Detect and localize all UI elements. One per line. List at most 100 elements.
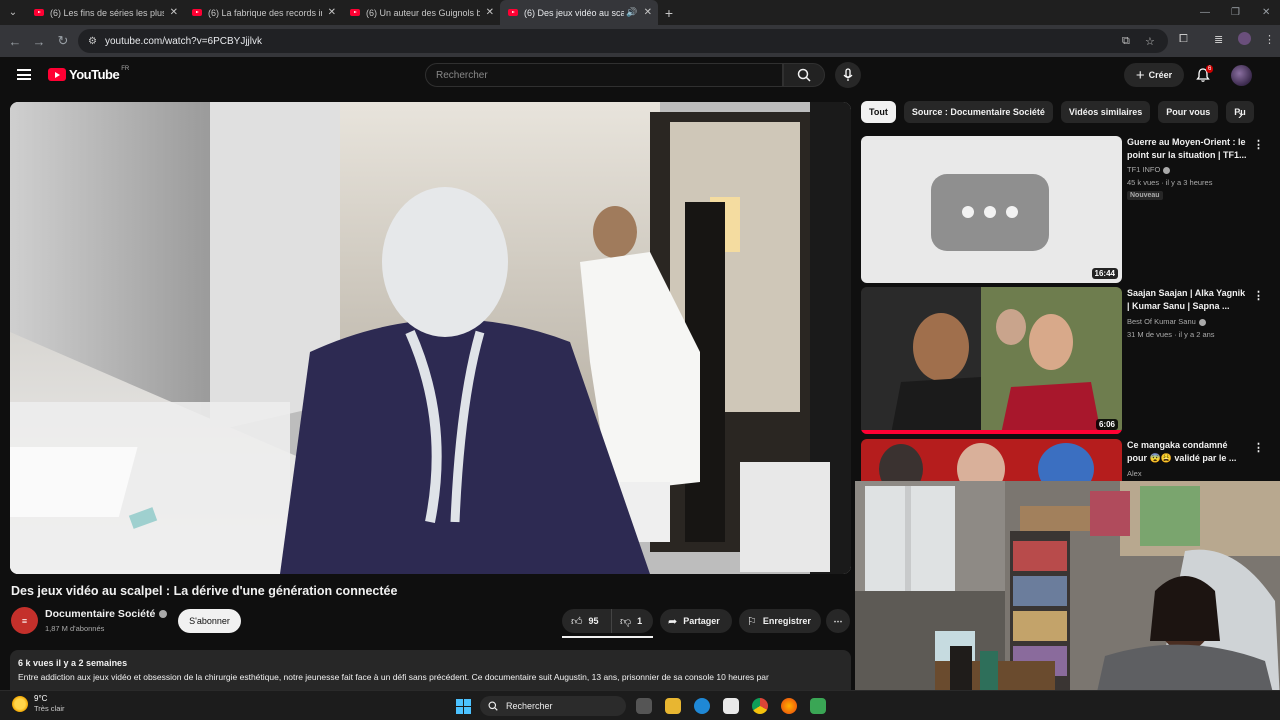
like-underline bbox=[562, 636, 653, 638]
close-tab-icon[interactable]: ✕ bbox=[486, 7, 494, 18]
taskbar-search[interactable]: Rechercher bbox=[480, 696, 626, 716]
weather-widget[interactable]: 9°C Très clair bbox=[12, 694, 65, 714]
menu-icon[interactable] bbox=[17, 69, 31, 80]
chrome-icon[interactable] bbox=[752, 698, 768, 714]
video-thumbnail[interactable]: 6:06 bbox=[861, 287, 1122, 434]
video-title: Des jeux vidéo au scalpel : La dérive d'… bbox=[11, 584, 398, 598]
chevron-right-icon[interactable]: › bbox=[1238, 106, 1243, 122]
close-tab-icon[interactable]: ✕ bbox=[644, 7, 652, 18]
edge-browser-icon[interactable] bbox=[694, 698, 710, 714]
recommendation-item[interactable]: Ce mangaka condamné pour 😨😩 validé par l… bbox=[861, 439, 1261, 481]
more-options-icon[interactable]: ⋮ bbox=[1253, 138, 1264, 151]
tab-title: (6) Des jeux vidéo au scalpe bbox=[524, 7, 625, 18]
tab-search-icon[interactable]: ⌄ bbox=[0, 0, 26, 25]
plus-icon: + bbox=[1135, 66, 1145, 84]
bookmark-star-icon[interactable]: ☆ bbox=[1145, 35, 1155, 48]
file-explorer-icon[interactable] bbox=[665, 698, 681, 714]
browser-tab-active[interactable]: (6) Des jeux vidéo au scalpe 🔊 ✕ bbox=[500, 0, 658, 25]
recommendation-title: Saajan Saajan | Alka Yagnik | Kumar Sanu… bbox=[1127, 288, 1246, 311]
recommendation-title: Ce mangaka condamné pour 😨😩 validé par l… bbox=[1127, 440, 1237, 463]
thumbs-up-icon: 👍︎ bbox=[571, 615, 583, 628]
browser-tab[interactable]: (6) Les fins de séries les plus W ✕ bbox=[26, 0, 184, 25]
thumbnail-image bbox=[861, 287, 1122, 434]
save-button[interactable]: ⚐ Enregistrer bbox=[739, 609, 821, 633]
close-tab-icon[interactable]: ✕ bbox=[170, 7, 178, 18]
region-code: FR bbox=[121, 65, 130, 72]
video-player[interactable] bbox=[10, 102, 851, 574]
subscriber-count: 1,87 M d'abonnés bbox=[45, 624, 105, 633]
recommendation-item[interactable]: 6:06 Saajan Saajan | Alka Yagnik | Kumar… bbox=[861, 287, 1264, 435]
recommendation-meta: 31 M de vues · il y a 2 ans bbox=[1127, 330, 1215, 339]
maximize-icon[interactable]: ❐ bbox=[1231, 0, 1240, 25]
more-actions-button[interactable]: ⋯ bbox=[826, 609, 850, 633]
app-icon[interactable] bbox=[810, 698, 826, 714]
share-button[interactable]: ➦ Partager bbox=[660, 609, 732, 633]
channel-name[interactable]: Documentaire Société bbox=[45, 608, 168, 620]
verified-icon bbox=[1163, 166, 1171, 174]
search-input[interactable]: Rechercher bbox=[425, 63, 783, 87]
browser-tab[interactable]: (6) Un auteur des Guignols bala ✕ bbox=[342, 0, 500, 25]
browser-menu-icon[interactable]: ⋮ bbox=[1264, 33, 1275, 46]
windows-start-icon[interactable] bbox=[456, 699, 471, 714]
video-thumbnail[interactable]: 16:44 bbox=[861, 136, 1122, 283]
video-frame bbox=[10, 102, 851, 574]
minimize-icon[interactable]: — bbox=[1200, 0, 1210, 25]
store-icon[interactable] bbox=[723, 698, 739, 714]
microphone-icon bbox=[843, 68, 853, 81]
channel-text: Best Of Kumar Sanu bbox=[1127, 317, 1196, 326]
recommendation-channel: Alex bbox=[1127, 469, 1142, 478]
dislike-button[interactable]: 👎︎ 1 bbox=[612, 615, 642, 628]
site-info-icon[interactable]: ⚙ bbox=[88, 36, 97, 47]
verified-icon bbox=[159, 610, 168, 619]
voice-search-button[interactable] bbox=[835, 62, 861, 88]
browser-toolbar: ← → ↻ ⚙ youtube.com/watch?v=6PCBYJjjlvk … bbox=[0, 25, 1280, 57]
dislike-count: 1 bbox=[637, 616, 643, 626]
chip-all[interactable]: Tout bbox=[861, 101, 896, 123]
back-icon[interactable]: ← bbox=[3, 34, 27, 49]
youtube-logo[interactable]: YouTube FR bbox=[48, 65, 130, 82]
forward-icon[interactable]: → bbox=[27, 34, 51, 49]
more-options-icon[interactable]: ⋮ bbox=[1253, 441, 1261, 454]
chip-source[interactable]: Source : Documentaire Société bbox=[903, 101, 1053, 123]
media-control-icon[interactable]: ≣ bbox=[1214, 33, 1223, 46]
youtube-play-icon bbox=[48, 68, 66, 81]
account-avatar[interactable] bbox=[1231, 65, 1252, 86]
search-button[interactable] bbox=[783, 63, 825, 87]
taskbar-search-label: Rechercher bbox=[506, 701, 553, 711]
webcam-image bbox=[855, 481, 1280, 701]
subscribe-button[interactable]: S'abonner bbox=[178, 609, 241, 633]
channel-avatar[interactable]: ≡ bbox=[11, 607, 38, 634]
chip-for-you[interactable]: Pour vous bbox=[1158, 101, 1219, 123]
like-button[interactable]: 👍︎ 95 bbox=[562, 609, 612, 633]
task-view-icon[interactable] bbox=[636, 698, 652, 714]
notification-badge: 6 bbox=[1206, 65, 1214, 73]
weather-info: 9°C Très clair bbox=[34, 694, 65, 714]
recommendation-item[interactable]: 16:44 Guerre au Moyen-Orient : le point … bbox=[861, 136, 1264, 284]
youtube-favicon-icon bbox=[192, 9, 202, 16]
profile-icon[interactable] bbox=[1238, 32, 1251, 45]
firefox-icon[interactable] bbox=[781, 698, 797, 714]
extensions-icon[interactable]: ⧠ bbox=[1179, 33, 1188, 46]
youtube-favicon-icon bbox=[34, 9, 44, 16]
share-label: Partager bbox=[683, 616, 720, 626]
chip-similar[interactable]: Vidéos similaires bbox=[1060, 101, 1151, 123]
tab-title: (6) Un auteur des Guignols bala bbox=[366, 7, 480, 18]
more-options-icon[interactable]: ⋮ bbox=[1253, 289, 1264, 302]
close-tab-icon[interactable]: ✕ bbox=[328, 7, 336, 18]
like-count: 95 bbox=[588, 616, 599, 626]
browser-tab[interactable]: (6) La fabrique des records imp ✕ bbox=[184, 0, 342, 25]
close-window-icon[interactable]: ✕ bbox=[1262, 0, 1270, 25]
more-icon: ⋯ bbox=[833, 615, 843, 626]
install-app-icon[interactable]: ⧉ bbox=[1122, 35, 1130, 48]
address-bar[interactable]: ⚙ youtube.com/watch?v=6PCBYJjjlvk ⧉ ☆ bbox=[78, 29, 1168, 53]
new-tab-button[interactable]: + bbox=[658, 5, 680, 21]
youtube-header: YouTube FR Rechercher + Créer 6 bbox=[0, 57, 1280, 97]
youtube-favicon-icon bbox=[508, 9, 518, 16]
audio-playing-icon[interactable]: 🔊 bbox=[626, 7, 637, 18]
video-thumbnail[interactable] bbox=[861, 439, 1122, 481]
recommendation-channel: TF1 INFO bbox=[1127, 165, 1171, 174]
url-text: youtube.com/watch?v=6PCBYJjjlvk bbox=[104, 35, 262, 47]
reload-icon[interactable]: ↻ bbox=[51, 33, 75, 49]
create-button[interactable]: + Créer bbox=[1124, 63, 1184, 87]
video-duration: 6:06 bbox=[1095, 419, 1118, 430]
